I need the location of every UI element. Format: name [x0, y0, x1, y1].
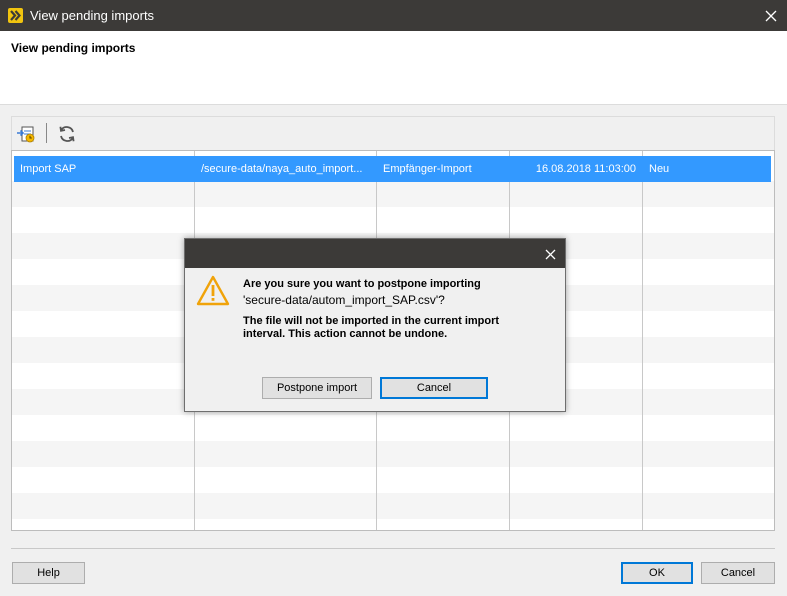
window-close-button[interactable] [755, 0, 787, 31]
cell-name: Import SAP [20, 163, 77, 175]
dialog-question: Are you sure you want to postpone import… [243, 278, 481, 290]
window-title: View pending imports [30, 8, 155, 23]
header-area: View pending imports [0, 31, 787, 105]
close-icon [765, 10, 777, 21]
import-file-icon [17, 126, 35, 143]
toolbar [11, 116, 775, 150]
dialog-close-button[interactable] [541, 245, 559, 263]
cell-date: 16.08.2018 11:03:00 [535, 163, 636, 175]
dialog-warning-text: The file will not be imported in the cur… [243, 315, 500, 340]
footer-divider [11, 548, 775, 549]
dialog-filename: 'secure-data/autom_import_SAP.csv'? [243, 293, 445, 307]
dialog-title-bar [185, 239, 565, 268]
empty-row [12, 181, 774, 207]
table-row[interactable]: Import SAP /secure-data/naya_auto_import… [14, 156, 771, 182]
cell-path: /secure-data/naya_auto_import... [201, 163, 363, 175]
dialog-cancel-button[interactable]: Cancel [380, 377, 488, 399]
close-icon [545, 249, 555, 259]
toolbar-separator [46, 123, 47, 143]
import-file-button[interactable] [14, 122, 38, 146]
page-heading: View pending imports [11, 41, 136, 55]
ok-button[interactable]: OK [621, 562, 693, 584]
cell-status: Neu [649, 163, 670, 175]
postpone-import-button[interactable]: Postpone import [262, 377, 372, 399]
help-button[interactable]: Help [12, 562, 85, 584]
cancel-button[interactable]: Cancel [701, 562, 775, 584]
refresh-button[interactable] [55, 122, 79, 146]
title-bar: View pending imports [0, 0, 787, 31]
warning-icon [196, 275, 230, 307]
app-logo-icon [8, 8, 23, 23]
cell-type: Empfänger-Import [383, 163, 472, 175]
postpone-confirm-dialog: Are you sure you want to postpone import… [184, 238, 566, 412]
empty-row [12, 493, 774, 519]
empty-row [12, 441, 774, 467]
column-divider [642, 151, 643, 530]
refresh-icon [59, 126, 75, 142]
